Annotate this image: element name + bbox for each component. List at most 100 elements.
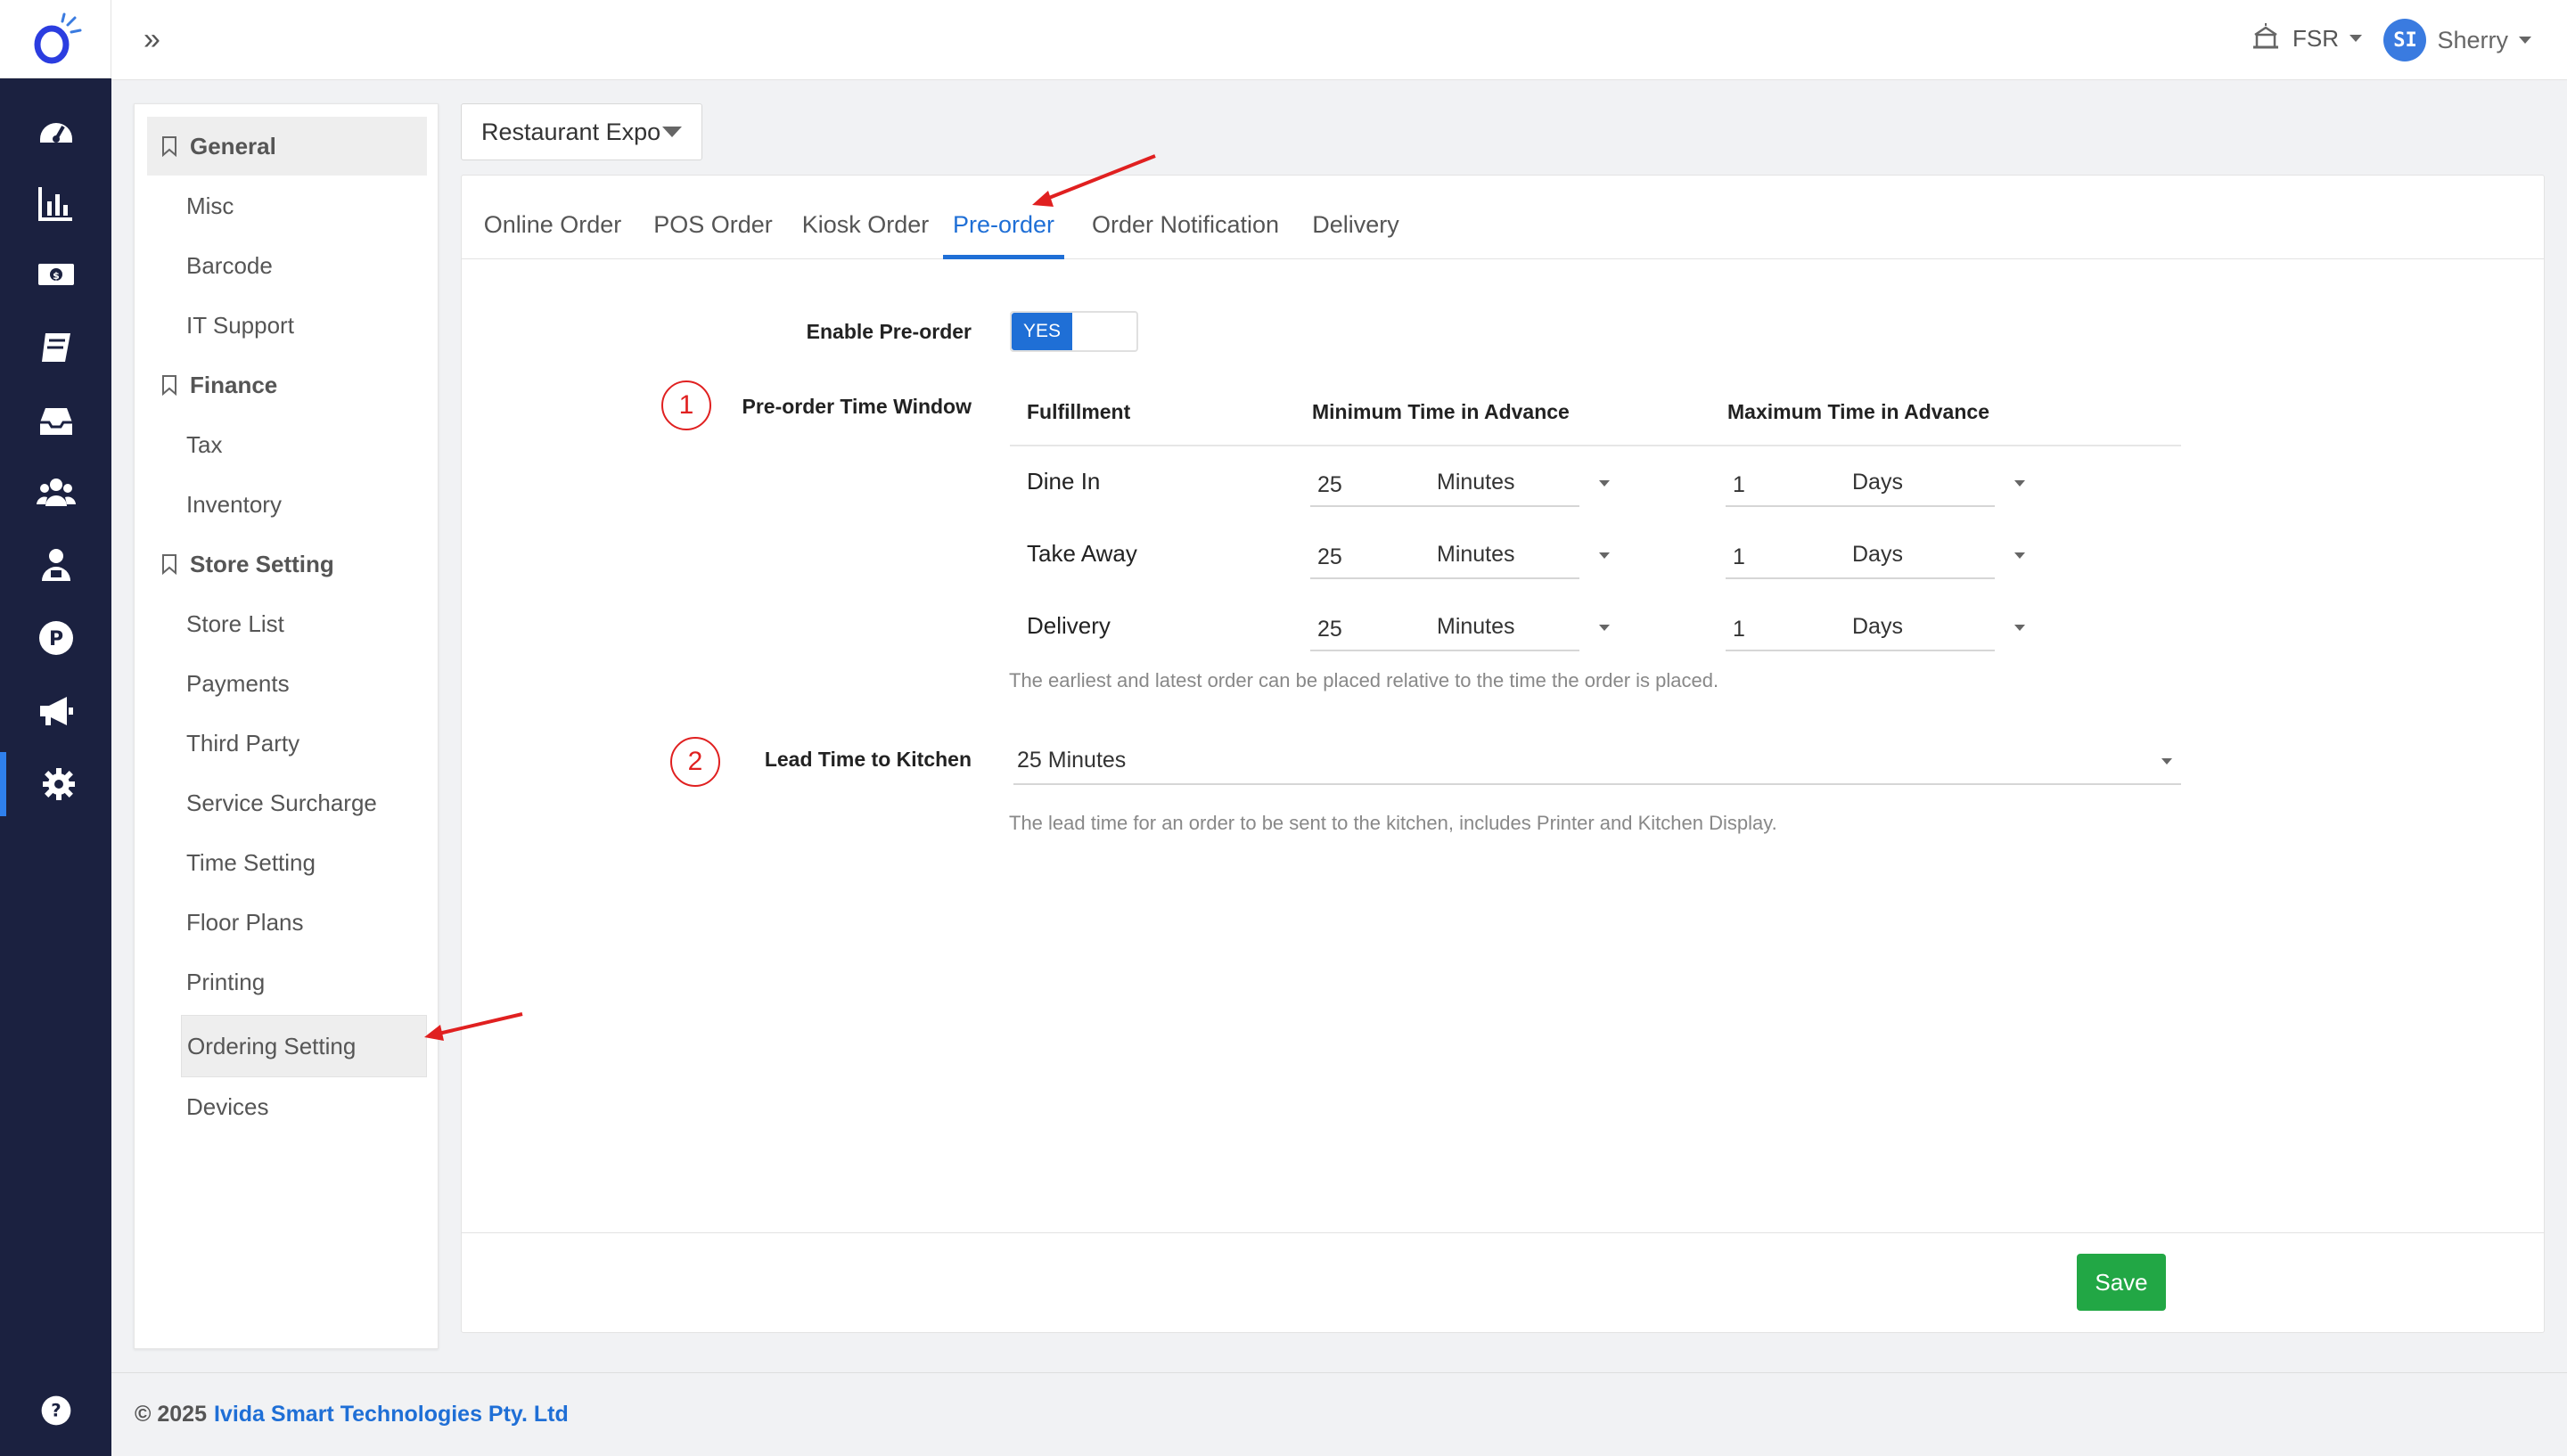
user-menu[interactable]: SI Sherry (2383, 19, 2531, 61)
menu-item-inventory[interactable]: Inventory (181, 475, 427, 534)
bookmark-icon (162, 136, 176, 157)
menu-item-payments[interactable]: Payments (181, 654, 427, 713)
row-underline (1726, 650, 1995, 651)
menu-item-it-support[interactable]: IT Support (181, 296, 427, 355)
tab-kiosk-order[interactable]: Kiosk Order (795, 176, 936, 259)
enable-preorder-toggle[interactable]: YES (1010, 311, 1138, 352)
max-value-input[interactable]: 1 (1727, 535, 1799, 574)
copyright-text: © 2025 (135, 1402, 207, 1427)
page-footer: © 2025 Ivida Smart Technologies Pty. Ltd (111, 1372, 2567, 1456)
menu-item-floor-plans[interactable]: Floor Plans (181, 893, 427, 952)
cash-icon[interactable]: $ (0, 242, 111, 307)
enable-preorder-label: Enable Pre-order (806, 320, 972, 343)
top-bar: » FSR SI Sherry (111, 0, 2567, 80)
inbox-icon[interactable] (0, 389, 111, 453)
dropdown-caret-icon (662, 127, 682, 137)
menu-item-devices[interactable]: Devices (181, 1077, 427, 1136)
bookmark-icon (162, 554, 176, 575)
settings-tabs: Online Order POS Order Kiosk Order Pre-o… (462, 176, 2544, 259)
table-header-divider (1010, 445, 2181, 446)
app-logo[interactable] (0, 0, 111, 78)
select-caret-icon (2014, 552, 2025, 559)
store-dropdown[interactable]: Restaurant Expo (461, 103, 702, 160)
column-max-time: Maximum Time in Advance (1727, 400, 1989, 423)
megaphone-icon[interactable] (0, 679, 111, 743)
svg-text:P: P (48, 628, 62, 650)
min-value-input[interactable]: 25 (1312, 607, 1383, 646)
lead-time-select[interactable]: 25 Minutes (1013, 735, 2181, 785)
tab-order-notification[interactable]: Order Notification (1078, 176, 1292, 259)
save-button[interactable]: Save (2077, 1254, 2166, 1311)
row-fulfillment-dine-in: Dine In (1027, 468, 1101, 495)
menu-item-printing[interactable]: Printing (181, 953, 427, 1011)
menu-item-store-list[interactable]: Store List (181, 594, 427, 653)
bookmark-icon (162, 375, 176, 396)
min-value-input[interactable]: 25 (1312, 535, 1383, 574)
staff-icon[interactable] (0, 533, 111, 597)
svg-text:?: ? (51, 1401, 61, 1421)
select-caret-icon (2014, 480, 2025, 487)
dashboard-icon[interactable] (0, 100, 111, 164)
menu-item-third-party[interactable]: Third Party (181, 714, 427, 773)
max-value-input[interactable]: 1 (1727, 607, 1799, 646)
menu-item-ordering-setting[interactable]: Ordering Setting (181, 1015, 427, 1077)
avatar: SI (2383, 19, 2427, 61)
max-unit-select[interactable]: Days (1852, 462, 2030, 502)
row-fulfillment-take-away: Take Away (1027, 540, 1137, 567)
points-icon[interactable]: P (0, 606, 111, 670)
tab-pre-order[interactable]: Pre-order (943, 176, 1064, 259)
menu-item-service-surcharge[interactable]: Service Surcharge (181, 773, 427, 832)
ordering-settings-card: Online Order POS Order Kiosk Order Pre-o… (461, 175, 2545, 1333)
min-unit-select[interactable]: Minutes (1437, 535, 1615, 574)
row-underline (1310, 650, 1579, 651)
menu-group-label: Finance (190, 371, 278, 398)
max-unit-value: Days (1852, 542, 1903, 567)
lead-time-label: Lead Time to Kitchen (764, 748, 972, 771)
expand-sidebar-icon[interactable]: » (144, 21, 179, 57)
column-min-time: Minimum Time in Advance (1312, 400, 1570, 423)
min-unit-value: Minutes (1437, 470, 1515, 495)
menu-item-barcode[interactable]: Barcode (181, 236, 427, 295)
min-value-input[interactable]: 25 (1312, 462, 1383, 502)
menu-item-time-setting[interactable]: Time Setting (181, 833, 427, 892)
tab-pos-order[interactable]: POS Order (646, 176, 780, 259)
menu-group-label: General (190, 132, 276, 160)
select-caret-icon (1599, 552, 1610, 559)
users-icon[interactable] (0, 460, 111, 524)
svg-text:$: $ (53, 270, 60, 282)
max-unit-value: Days (1852, 470, 1903, 495)
min-unit-select[interactable]: Minutes (1437, 607, 1615, 646)
max-unit-select[interactable]: Days (1852, 535, 2030, 574)
settings-gear-icon[interactable] (0, 752, 111, 816)
user-name: Sherry (2437, 26, 2508, 53)
menu-group-general[interactable]: General (147, 117, 427, 176)
tab-online-order[interactable]: Online Order (474, 176, 631, 259)
book-icon[interactable] (0, 315, 111, 380)
min-unit-select[interactable]: Minutes (1437, 462, 1615, 502)
settings-menu: General Misc Barcode IT Support Finance … (134, 103, 439, 1349)
menu-group-store-setting[interactable]: Store Setting (147, 535, 427, 593)
toggle-yes-label: YES (1012, 313, 1072, 350)
store-code: FSR (2292, 24, 2339, 52)
select-caret-icon (2161, 758, 2172, 765)
menu-group-finance[interactable]: Finance (147, 356, 427, 414)
store-caret-icon (2350, 35, 2362, 42)
row-underline (1726, 505, 1995, 507)
lead-help-text: The lead time for an order to be sent to… (1009, 812, 1777, 834)
reports-chart-icon[interactable] (0, 171, 111, 235)
max-unit-value: Days (1852, 614, 1903, 639)
select-caret-icon (1599, 625, 1610, 631)
menu-item-tax[interactable]: Tax (181, 415, 427, 474)
max-unit-select[interactable]: Days (1852, 607, 2030, 646)
user-caret-icon (2519, 37, 2531, 44)
column-fulfillment: Fulfillment (1027, 400, 1131, 423)
tab-delivery[interactable]: Delivery (1307, 176, 1405, 259)
store-switcher[interactable]: FSR (2250, 20, 2362, 57)
select-caret-icon (2014, 625, 2025, 631)
lead-time-value: 25 Minutes (1017, 748, 1127, 773)
company-link[interactable]: Ivida Smart Technologies Pty. Ltd (214, 1402, 569, 1427)
max-value-input[interactable]: 1 (1727, 462, 1799, 502)
menu-item-misc[interactable]: Misc (181, 176, 427, 235)
select-caret-icon (1599, 480, 1610, 487)
help-icon[interactable]: ? (0, 1379, 111, 1442)
